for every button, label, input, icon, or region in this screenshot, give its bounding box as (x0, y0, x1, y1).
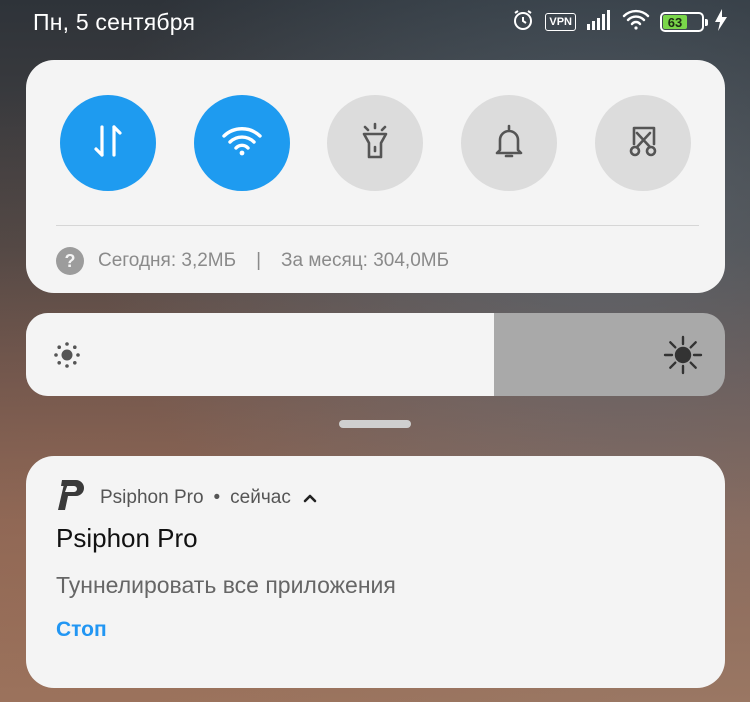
battery-level: 63 (663, 15, 687, 30)
psiphon-app-icon (56, 480, 84, 516)
brightness-slider[interactable] (26, 313, 725, 396)
quick-settings-divider (56, 225, 699, 226)
psiphon-notification[interactable]: Psiphon Pro • сейчас Psiphon Pro Туннели… (26, 456, 725, 688)
notification-app-name: Psiphon Pro (100, 487, 204, 508)
quick-settings-panel: ? Сегодня: 3,2МБ | За месяц: 304,0МБ (26, 60, 725, 293)
status-bar: Пн, 5 сентября VPN 63 (0, 0, 750, 44)
signal-icon (586, 9, 612, 35)
wifi-icon (622, 9, 650, 36)
mobile-data-toggle[interactable] (60, 95, 156, 191)
brightness-low-icon (53, 341, 81, 374)
alarm-icon (511, 8, 535, 37)
brightness-high-icon (663, 335, 703, 380)
wifi-toggle[interactable] (194, 95, 290, 191)
usage-separator: | (256, 250, 262, 271)
bell-icon (493, 123, 525, 164)
notification-time: сейчас (230, 487, 291, 508)
chevron-up-icon[interactable] (303, 487, 317, 509)
panel-drag-handle[interactable] (339, 420, 411, 428)
data-usage-row: ? Сегодня: 3,2МБ | За месяц: 304,0МБ (56, 246, 449, 276)
screenshot-scissors-icon (625, 123, 661, 164)
charging-icon (714, 8, 728, 36)
vpn-icon: VPN (545, 13, 576, 31)
usage-today: Сегодня: 3,2МБ (98, 250, 237, 271)
status-date: Пн, 5 сентября (33, 8, 196, 35)
notification-separator: • (213, 487, 221, 508)
help-icon[interactable]: ? (56, 247, 84, 275)
notification-title: Psiphon Pro (56, 523, 198, 553)
sound-toggle[interactable] (461, 95, 557, 191)
usage-month: За месяц: 304,0МБ (281, 250, 450, 271)
brightness-slider-fill[interactable] (26, 313, 495, 396)
battery-icon: 63 (660, 12, 708, 32)
notification-text: Туннелировать все приложения (56, 572, 396, 598)
status-icons: VPN 63 (511, 8, 728, 37)
mobile-data-icon (91, 123, 125, 164)
stop-button[interactable]: Стоп (56, 618, 107, 642)
wifi-icon (221, 125, 263, 162)
notification-header: Psiphon Pro • сейчас (56, 480, 317, 516)
flashlight-icon (359, 122, 391, 165)
flashlight-toggle[interactable] (327, 95, 423, 191)
screenshot-toggle[interactable] (595, 95, 691, 191)
